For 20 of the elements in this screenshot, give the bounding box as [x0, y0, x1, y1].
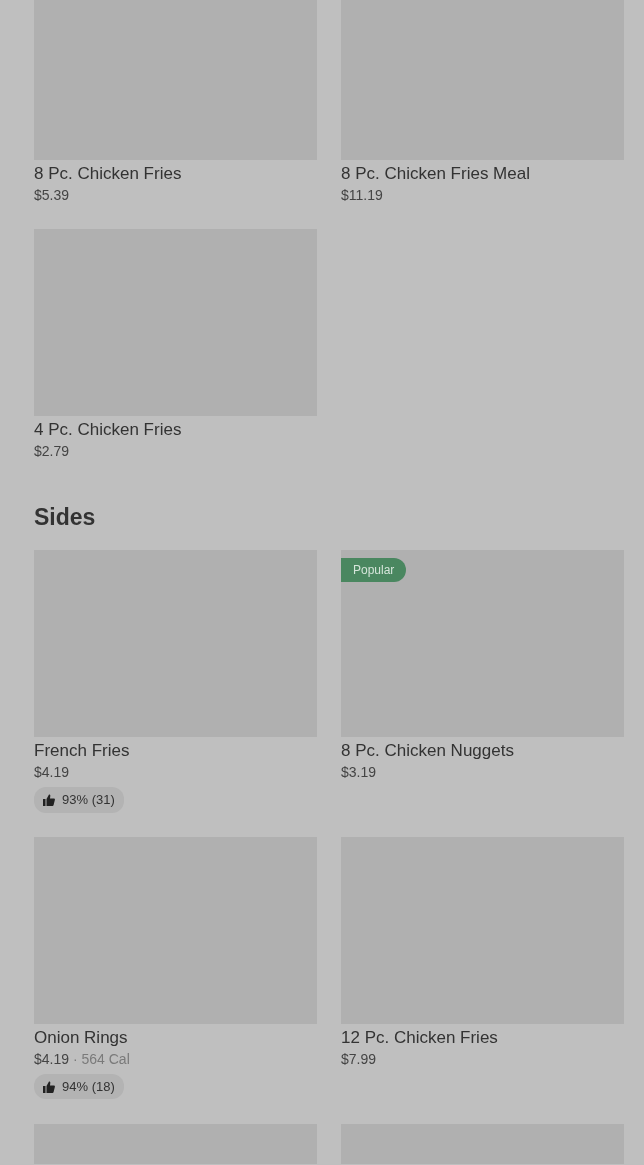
item-name: French Fries — [34, 740, 131, 762]
item-name: 12 Pc. Chicken Fries — [341, 1026, 499, 1049]
item-price: $7.99 — [341, 1049, 378, 1069]
rating-text: 93% (31) — [62, 791, 115, 809]
item-price: $4.19 — [34, 763, 71, 782]
item-name: Onion Rings — [34, 1026, 129, 1049]
item-price: $11.19 — [341, 186, 384, 205]
item-price: $4.19 · 564 Cal — [34, 1049, 131, 1069]
item-price: $3.19 — [341, 763, 378, 782]
item-name: 8 Pc. Chicken Fries — [34, 163, 183, 185]
popular-badge: Popular — [341, 558, 407, 582]
rating-text: 94% (18) — [62, 1077, 115, 1096]
item-price: $5.39 — [34, 186, 71, 205]
item-name: 8 Pc. Chicken Fries Meal — [341, 163, 531, 185]
item-price: $2.79 — [34, 442, 71, 461]
item-name: 8 Pc. Chicken Nuggets — [341, 740, 515, 762]
thumbs-up-icon — [43, 1080, 55, 1093]
thumbs-up-icon — [43, 793, 55, 806]
section-heading: Sides — [34, 503, 97, 532]
item-name: 4 Pc. Chicken Fries — [34, 419, 183, 441]
